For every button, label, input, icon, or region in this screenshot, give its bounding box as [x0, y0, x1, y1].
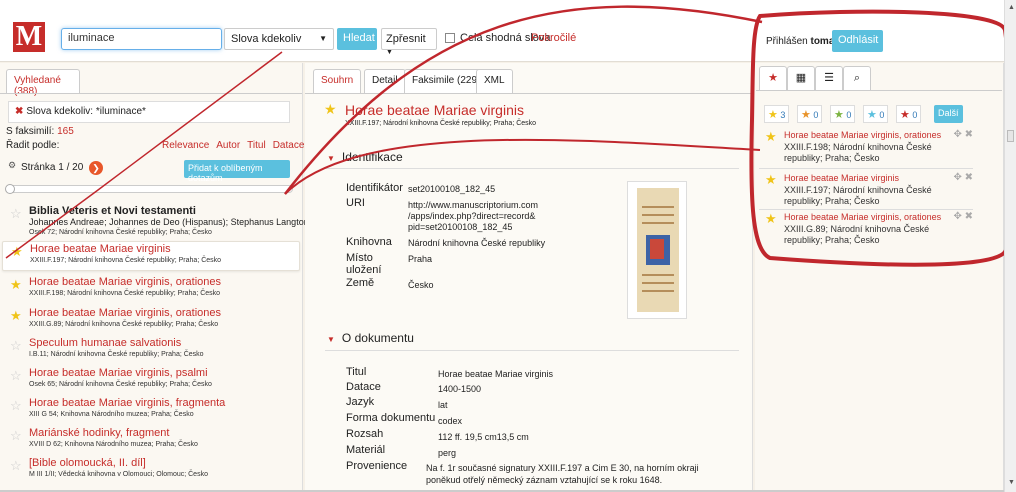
annotation-oval — [749, 9, 1013, 267]
scroll-thumb[interactable] — [1007, 130, 1014, 142]
scroll-down-icon[interactable]: ▼ — [1008, 479, 1015, 486]
vertical-scrollbar[interactable]: ▲ ▼ — [1004, 0, 1016, 492]
annotation-arrow-line — [284, 138, 761, 195]
annotation-pointer — [5, 51, 283, 259]
annotation-overlay — [5, 5, 1013, 267]
annotation-arrow-line — [284, 5, 763, 195]
scroll-up-icon[interactable]: ▲ — [1008, 4, 1015, 11]
